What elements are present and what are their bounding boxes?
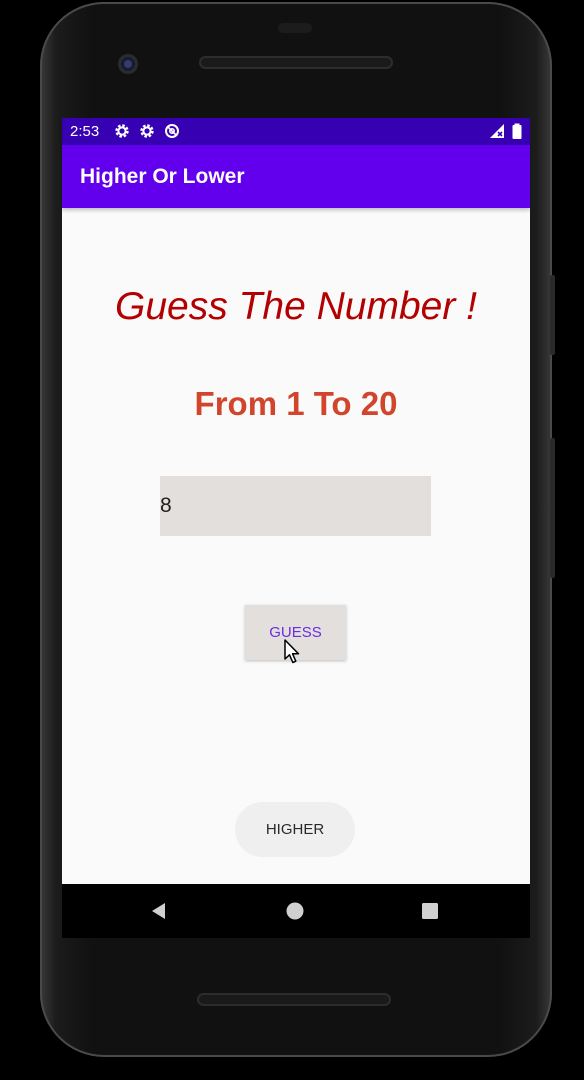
signal-icon: [490, 124, 504, 138]
home-icon[interactable]: [284, 900, 306, 922]
app-title: Higher Or Lower: [80, 165, 245, 188]
earpiece-speaker: [199, 56, 393, 69]
status-time: 2:53: [70, 123, 100, 140]
result-button[interactable]: HIGHER: [235, 802, 355, 857]
battery-icon: [512, 123, 522, 139]
power-button: [550, 275, 555, 355]
recents-icon[interactable]: [419, 900, 441, 922]
data-saver-icon: [165, 124, 179, 138]
gear-icon: [140, 124, 154, 138]
bottom-speaker: [197, 993, 391, 1006]
screen: 2:53 Higher Or Lower Guess The Number ! …: [62, 118, 530, 884]
volume-button: [550, 438, 555, 578]
mouse-pointer-icon: [284, 639, 300, 664]
front-camera: [118, 54, 138, 74]
navigation-bar: [62, 884, 530, 938]
proximity-sensor: [278, 23, 312, 33]
number-input[interactable]: [160, 476, 431, 536]
range-text: From 1 To 20: [194, 385, 398, 422]
status-bar: 2:53: [62, 118, 530, 145]
back-icon[interactable]: [148, 900, 170, 922]
headline: Guess The Number !: [115, 285, 477, 328]
device-frame: 2:53 Higher Or Lower Guess The Number ! …: [0, 0, 584, 1080]
app-bar: Higher Or Lower: [62, 145, 530, 208]
gear-icon: [115, 124, 129, 138]
